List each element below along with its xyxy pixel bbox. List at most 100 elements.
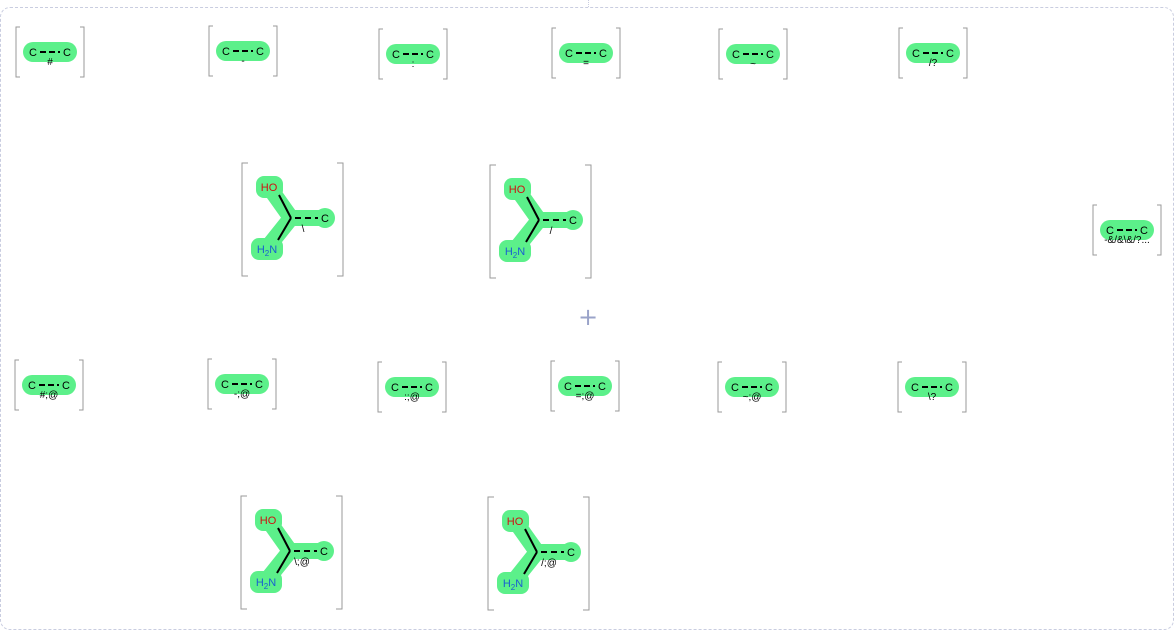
hydroxyl-label: HO xyxy=(261,182,278,194)
carbon-atom-label: C xyxy=(599,48,607,60)
carbon-atom-label: C xyxy=(598,381,606,393)
carbon-atom-label: C xyxy=(569,215,577,227)
bracket-right xyxy=(782,361,787,413)
bond-query-label: -;@ xyxy=(234,389,250,400)
bracket-left xyxy=(207,358,212,410)
carbon-atom-label: C xyxy=(222,46,230,58)
bracket-left xyxy=(550,360,555,412)
bracket-right xyxy=(336,495,343,610)
bond-query-label: : xyxy=(412,59,415,70)
bracket-left xyxy=(15,26,20,78)
carbon-atom-label: C xyxy=(221,379,229,391)
carbon-atom-label: C xyxy=(731,382,739,394)
bracket-left xyxy=(717,361,722,413)
carbon-atom-label: C xyxy=(945,382,953,394)
molecule-bond-any[interactable]: C C ~ xyxy=(718,28,788,80)
bond-query-label: # xyxy=(47,57,53,68)
bond-query-label: :;@ xyxy=(404,392,420,403)
carbon-atom-label: C xyxy=(765,382,773,394)
bracket-right xyxy=(273,25,278,77)
bracket-left xyxy=(718,28,723,80)
reaction-plus-sign: + xyxy=(578,303,599,331)
bond-query-label: / xyxy=(550,226,553,237)
molecule-bond-aromatic[interactable]: C C: xyxy=(378,28,448,80)
bracket-right xyxy=(616,27,621,79)
top-divider-tick xyxy=(588,0,589,7)
molecule-bond-single-ring[interactable]: C C -;@ xyxy=(207,358,277,410)
bond-query-label: =;@ xyxy=(576,391,595,402)
bracket-right xyxy=(615,360,620,412)
bracket-left xyxy=(240,495,247,610)
carbon-atom-label: C xyxy=(256,46,264,58)
carbon-atom-label: C xyxy=(766,49,774,61)
molecule-bond-double[interactable]: C C = xyxy=(551,27,621,79)
bond-query-label: /? xyxy=(929,58,938,69)
carbon-atom-label: C xyxy=(391,382,399,394)
bracket-left xyxy=(377,361,382,413)
bond-query-label: - xyxy=(241,56,244,67)
bracket-left xyxy=(897,361,902,413)
bracket-right xyxy=(337,162,344,277)
carbon-atom-label: C xyxy=(392,49,400,61)
molecule-bond-single[interactable]: CC- xyxy=(208,25,278,77)
carbon-atom-label: C xyxy=(62,380,70,392)
molecule-bond-triple[interactable]: C C # xyxy=(15,26,85,78)
carbon-atom-label: C xyxy=(320,546,328,558)
carbon-atom-label: C xyxy=(564,381,572,393)
molecule-bond-any-ring[interactable]: C C ~;@ xyxy=(717,361,787,413)
carbon-atom-label: C xyxy=(63,47,71,59)
carbon-atom-label: C xyxy=(567,547,575,559)
carbon-atom-label: C xyxy=(321,213,329,225)
hydroxyl-label: HO xyxy=(509,184,526,196)
molecule-bond-down-either[interactable]: C C \? xyxy=(897,361,967,413)
bracket-right xyxy=(583,496,590,611)
bracket-left xyxy=(1092,204,1097,256)
bracket-left xyxy=(378,28,383,80)
molecule-bond-directional-list[interactable]: C C -&/&\&/?... xyxy=(1092,204,1162,256)
bracket-left xyxy=(898,27,903,79)
carbon-atom-label: C xyxy=(426,49,434,61)
bond-query-label: = xyxy=(583,58,589,69)
bracket-right xyxy=(1157,204,1162,256)
bracket-right xyxy=(442,361,447,413)
hydroxyl-label: HO xyxy=(507,516,524,528)
molecule-branched-up-ring[interactable]: HO H2N C/;@ xyxy=(487,496,590,611)
bracket-right xyxy=(443,28,448,80)
carbon-atom-label: C xyxy=(565,48,573,60)
bracket-right xyxy=(585,164,592,279)
bracket-right xyxy=(80,26,85,78)
molecule-bond-triple-ring[interactable]: C C #;@ xyxy=(14,359,84,411)
bracket-right xyxy=(783,28,788,80)
carbon-atom-label: C xyxy=(911,382,919,394)
bracket-left xyxy=(14,359,19,411)
bond-query-label: \? xyxy=(928,392,937,403)
bracket-left xyxy=(551,27,556,79)
bracket-right xyxy=(962,361,967,413)
molecule-bond-double-ring[interactable]: C C =;@ xyxy=(550,360,620,412)
hydroxyl-label: HO xyxy=(260,515,277,527)
carbon-atom-label: C xyxy=(28,380,36,392)
bracket-left xyxy=(489,164,496,279)
molecule-branched-down-ring[interactable]: HO H2N C \;@ xyxy=(240,495,343,610)
bond-query-label: ~ xyxy=(750,59,756,70)
bond-query-label: \ xyxy=(302,224,305,235)
carbon-atom-label: C xyxy=(732,49,740,61)
carbon-atom-label: C xyxy=(912,48,920,60)
molecule-bond-aromatic-ring[interactable]: C C :;@ xyxy=(377,361,447,413)
bracket-right xyxy=(963,27,968,79)
bracket-left xyxy=(241,162,248,277)
bond-query-label: -&/&\&/?... xyxy=(1104,235,1150,246)
molecule-bond-up-either[interactable]: C C /? xyxy=(898,27,968,79)
carbon-atom-label: C xyxy=(255,379,263,391)
molecule-branched-down[interactable]: HO H2N C \ xyxy=(241,162,344,277)
bracket-left xyxy=(208,25,213,77)
bracket-right xyxy=(272,358,277,410)
carbon-atom-label: C xyxy=(29,47,37,59)
bracket-right xyxy=(79,359,84,411)
bond-query-label: #;@ xyxy=(40,390,59,401)
bond-query-label: /;@ xyxy=(541,558,557,569)
bracket-left xyxy=(487,496,494,611)
molecule-branched-up[interactable]: HO H2N C / xyxy=(489,164,592,279)
carbon-atom-label: C xyxy=(425,382,433,394)
carbon-atom-label: C xyxy=(946,48,954,60)
